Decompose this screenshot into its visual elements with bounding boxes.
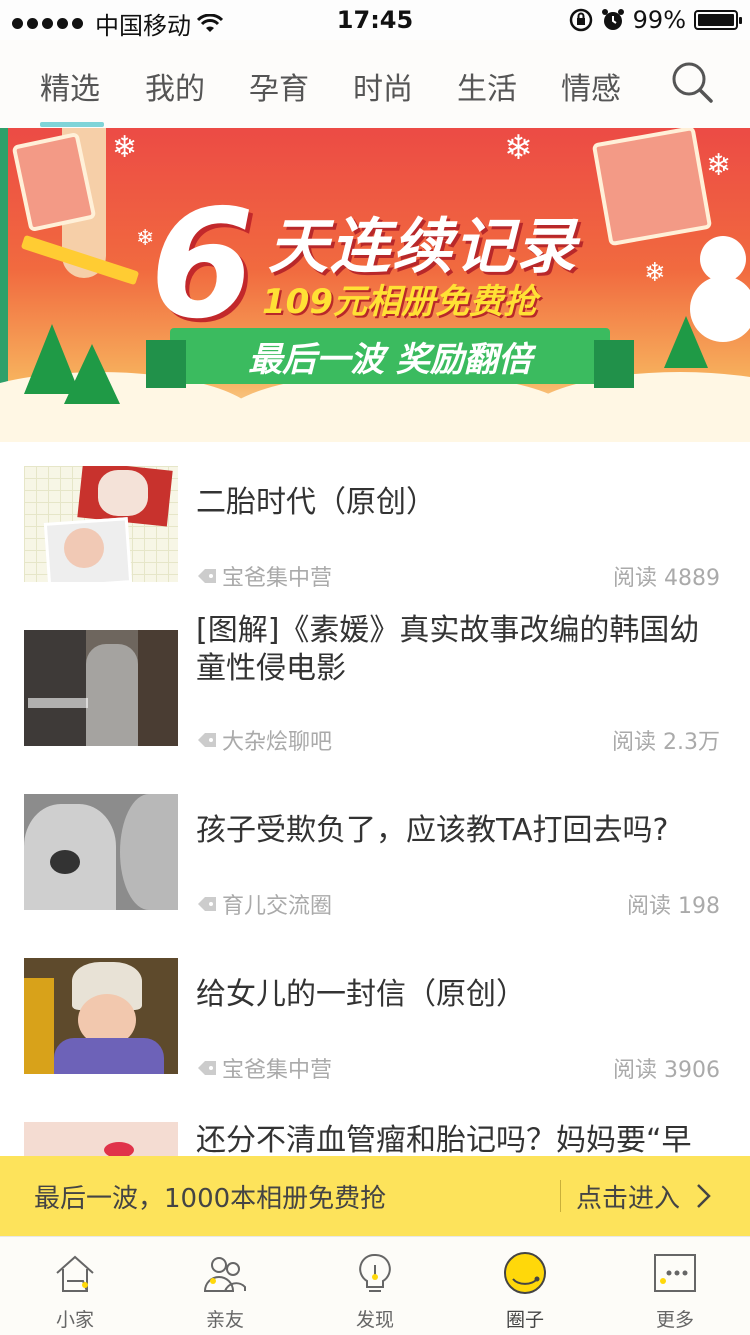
tab-fashion[interactable]: 时尚 xyxy=(353,64,413,108)
post-tag-label: 宝爸集中营 xyxy=(222,1058,333,1083)
post-tag-label: 育儿交流圈 xyxy=(222,894,333,919)
promo-bar[interactable]: 最后一波，1000本相册免费抢 点击进入 xyxy=(0,1156,750,1236)
friends-icon xyxy=(203,1257,246,1292)
tab-life[interactable]: 生活 xyxy=(457,64,517,108)
snowflake-icon: ❄ xyxy=(706,148,732,183)
tabbar-label: 小家 xyxy=(55,1309,94,1331)
rotation-lock-icon xyxy=(569,8,592,32)
tabbar-item-more[interactable]: 更多 xyxy=(600,1237,750,1335)
tag-icon xyxy=(198,1061,216,1075)
snowflake-icon: ❄ xyxy=(504,128,533,168)
post-thumbnail xyxy=(24,630,178,746)
tag-icon xyxy=(198,733,216,747)
tabbar-label: 亲友 xyxy=(205,1309,244,1331)
list-item[interactable]: [图解]《素媛》真实故事改编的韩国幼童性侵电影 大杂烩聊吧 阅读 2.3万 xyxy=(0,606,750,770)
snowman-illustration xyxy=(690,276,750,342)
post-title: 孩子受欺负了，应该教TA打回去吗? xyxy=(196,813,669,848)
post-read-count: 阅读 4889 xyxy=(613,566,720,591)
more-icon xyxy=(654,1254,696,1292)
tabbar-item-discover[interactable]: 发现 xyxy=(300,1237,450,1335)
tag-icon xyxy=(198,569,216,583)
post-tag-label: 宝爸集中营 xyxy=(222,566,333,591)
post-thumbnail xyxy=(24,958,178,1074)
post-tag[interactable]: 大杂烩聊吧 xyxy=(196,724,332,756)
tabbar-item-friends[interactable]: 亲友 xyxy=(150,1237,300,1335)
battery-fill xyxy=(698,14,734,26)
tree-illustration xyxy=(64,344,120,404)
home-icon xyxy=(56,1255,94,1292)
chevron-right-icon xyxy=(697,1184,711,1208)
snowflake-icon: ❄ xyxy=(112,130,138,165)
tab-mine[interactable]: 我的 xyxy=(145,64,205,108)
battery-percent: 99% xyxy=(632,6,686,34)
post-read-count: 阅读 3906 xyxy=(613,1058,720,1083)
promo-enter-button[interactable]: 点击进入 xyxy=(576,1178,680,1215)
post-tag[interactable]: 宝爸集中营 xyxy=(196,1052,332,1084)
tab-emotion[interactable]: 情感 xyxy=(561,64,621,108)
tabbar-label: 更多 xyxy=(655,1309,694,1331)
banner-ribbon: 最后一波 奖励翻倍 xyxy=(146,328,634,388)
alarm-icon xyxy=(601,9,624,30)
category-tabs: 精选 我的 孕育 时尚 生活 情感 xyxy=(0,40,750,128)
tabbar-label: 发现 xyxy=(355,1309,394,1331)
snowman-illustration xyxy=(700,236,746,282)
bottom-tab-bar: 小家 亲友 发现 圈子 更多 xyxy=(0,1236,750,1335)
list-item[interactable]: 给女儿的一封信（原创） 宝爸集中营 阅读 3906 xyxy=(0,934,750,1098)
tabbar-item-circle[interactable]: 圈子 xyxy=(450,1237,600,1335)
post-title: 给女儿的一封信（原创） xyxy=(196,977,526,1012)
tab-featured[interactable]: 精选 xyxy=(40,64,100,108)
promo-text: 最后一波，1000本相册免费抢 xyxy=(34,1184,387,1214)
post-tag-label: 大杂烩聊吧 xyxy=(222,730,333,755)
post-title: [图解]《素媛》真实故事改编的韩国幼童性侵电影 xyxy=(196,613,700,686)
post-thumbnail xyxy=(24,466,178,582)
tabbar-label: 圈子 xyxy=(505,1309,544,1331)
snowflake-icon: ❄ xyxy=(644,258,666,288)
tabbar-item-home[interactable]: 小家 xyxy=(0,1237,150,1335)
post-title: 二胎时代（原创） xyxy=(196,485,436,520)
banner-ribbon-text: 最后一波 奖励翻倍 xyxy=(248,339,532,380)
search-icon[interactable] xyxy=(670,60,714,104)
banner-subtitle: 109元相册免费抢 xyxy=(262,282,537,322)
post-tag[interactable]: 育儿交流圈 xyxy=(196,888,332,920)
photo-card-illustration xyxy=(591,128,713,247)
post-read-count: 阅读 2.3万 xyxy=(612,730,720,755)
promo-divider xyxy=(560,1180,561,1212)
battery-icon xyxy=(694,10,742,30)
post-thumbnail xyxy=(24,794,178,910)
circle-icon xyxy=(504,1252,546,1294)
promo-banner[interactable]: ❄ ❄ ❄ ❄ ❄ 6 天连续记录 109元相册免费抢 最后一波 奖励翻倍 xyxy=(0,128,750,442)
list-item[interactable]: 二胎时代（原创） 宝爸集中营 阅读 4889 xyxy=(0,442,750,606)
post-read-count: 阅读 198 xyxy=(627,894,720,919)
tag-icon xyxy=(198,897,216,911)
discover-icon xyxy=(359,1253,391,1292)
status-bar: 中国移动 17:45 99% xyxy=(0,0,750,40)
list-item[interactable]: 孩子受欺负了，应该教TA打回去吗? 育儿交流圈 阅读 198 xyxy=(0,770,750,934)
post-title: 还分不清血管瘤和胎记吗？妈妈要“早 xyxy=(196,1123,692,1158)
banner-number: 6 xyxy=(150,178,255,352)
post-tag[interactable]: 宝爸集中营 xyxy=(196,560,332,592)
tab-parenting[interactable]: 孕育 xyxy=(249,64,309,108)
banner-title: 天连续记录 xyxy=(268,212,578,282)
active-tab-indicator xyxy=(40,122,104,127)
